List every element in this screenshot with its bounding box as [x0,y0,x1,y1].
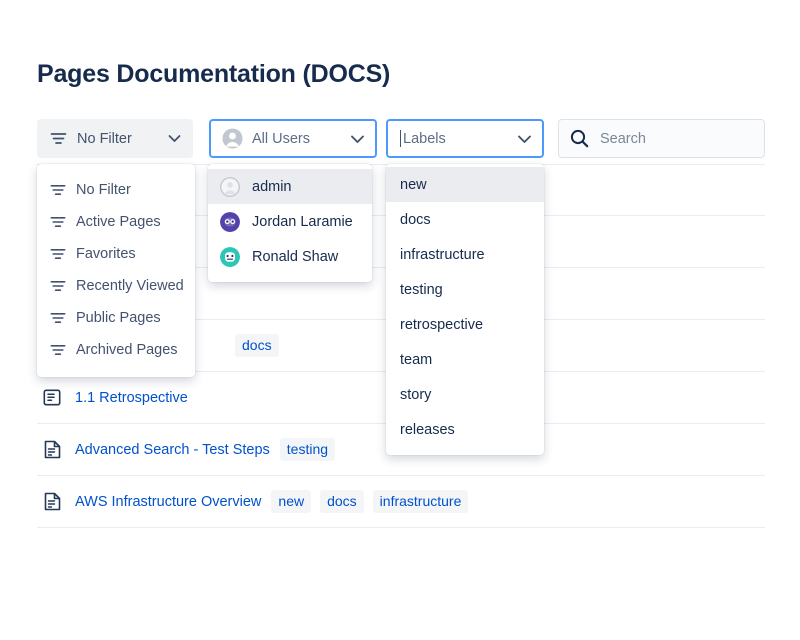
pages-documentation-screen: Pages Documentation (DOCS) docs 1.1 Retr… [0,0,800,640]
filter-menu-item-label: Archived Pages [76,341,178,358]
filter-icon [50,131,67,146]
blog-icon [41,389,63,406]
labels-dropdown-menu: new docs infrastructure testing retrospe… [386,164,544,455]
labels-dropdown-label: Labels [403,130,446,147]
filter-menu-item-label: No Filter [76,181,131,198]
table-row[interactable]: AWS Infrastructure Overview new docs inf… [37,476,765,528]
filter-menu-item-label: Recently Viewed [76,277,184,294]
labels-menu-item-releases[interactable]: releases [386,412,544,447]
label-chips: docs [235,334,279,357]
chevron-down-icon [168,134,181,143]
labels-menu-item-label: releases [400,421,455,438]
filter-menu-item-no-filter[interactable]: No Filter [37,175,195,204]
page-icon [41,440,63,459]
page-link[interactable]: 1.1 Retrospective [75,390,188,406]
filter-dropdown-button[interactable]: No Filter [37,119,193,158]
labels-menu-item-infrastructure[interactable]: infrastructure [386,237,544,272]
filter-icon [50,215,66,229]
labels-menu-item-testing[interactable]: testing [386,272,544,307]
users-dropdown-button[interactable]: All Users [209,119,377,158]
users-menu-item-ronald-shaw[interactable]: Ronald Shaw [208,239,372,274]
filter-menu-item-archived-pages[interactable]: Archived Pages [37,335,195,364]
filter-menu-item-label: Favorites [76,245,136,262]
labels-menu-item-label: retrospective [400,316,484,333]
robot-avatar [220,211,240,232]
chevron-down-icon [350,134,365,144]
user-avatar-icon [222,128,243,149]
label-chip[interactable]: docs [320,490,364,513]
page-link[interactable]: AWS Infrastructure Overview [75,494,261,510]
filter-menu-item-label: Public Pages [76,309,161,326]
labels-menu-item-label: testing [400,281,443,298]
text-cursor [400,130,401,147]
labels-menu-item-label: new [400,176,427,193]
filter-menu-item-active-pages[interactable]: Active Pages [37,207,195,236]
filter-icon [50,311,66,325]
users-dropdown-menu: admin Jordan Laramie Ronald Shaw [208,164,372,282]
filter-dropdown-menu: No Filter Active Pages Favorites Recentl… [37,164,195,377]
filter-toolbar: No Filter All Users Labels Search [0,0,800,158]
filter-icon [50,183,66,197]
label-chip[interactable]: infrastructure [372,490,469,513]
users-menu-item-label: admin [252,178,292,195]
page-icon [41,492,63,511]
search-field[interactable]: Search [558,119,765,158]
page-title: Pages Documentation (DOCS) [37,60,391,88]
users-menu-item-jordan-laramie[interactable]: Jordan Laramie [208,204,372,239]
filter-icon [50,343,66,357]
labels-dropdown-input[interactable]: Labels [386,119,544,158]
search-placeholder: Search [600,130,646,147]
search-icon [570,129,589,148]
labels-menu-item-label: docs [400,211,431,228]
users-menu-item-label: Jordan Laramie [252,213,353,230]
filter-menu-item-label: Active Pages [76,213,161,230]
labels-menu-item-retrospective[interactable]: retrospective [386,307,544,342]
filter-icon [50,247,66,261]
labels-menu-item-docs[interactable]: docs [386,202,544,237]
robot-avatar [220,246,240,267]
labels-menu-item-label: infrastructure [400,246,485,263]
users-menu-item-label: Ronald Shaw [252,248,339,265]
filter-menu-item-favorites[interactable]: Favorites [37,239,195,268]
labels-menu-item-label: team [400,351,433,368]
filter-menu-item-recently-viewed[interactable]: Recently Viewed [37,271,195,300]
label-chip[interactable]: testing [279,438,336,461]
label-chip[interactable]: docs [235,334,279,357]
filter-menu-item-public-pages[interactable]: Public Pages [37,303,195,332]
label-chips: new docs infrastructure [271,490,469,513]
users-menu-item-admin[interactable]: admin [208,169,372,204]
labels-menu-item-new[interactable]: new [386,167,544,202]
chevron-down-icon [517,134,532,144]
labels-menu-item-story[interactable]: story [386,377,544,412]
labels-menu-item-team[interactable]: team [386,342,544,377]
filter-dropdown-label: No Filter [77,130,132,147]
labels-menu-item-label: story [400,386,432,403]
default-avatar [220,176,240,197]
filter-icon [50,279,66,293]
page-link[interactable]: Advanced Search - Test Steps [75,442,270,458]
label-chip[interactable]: new [271,490,312,513]
label-chips: testing [279,438,336,461]
users-dropdown-label: All Users [252,130,311,147]
